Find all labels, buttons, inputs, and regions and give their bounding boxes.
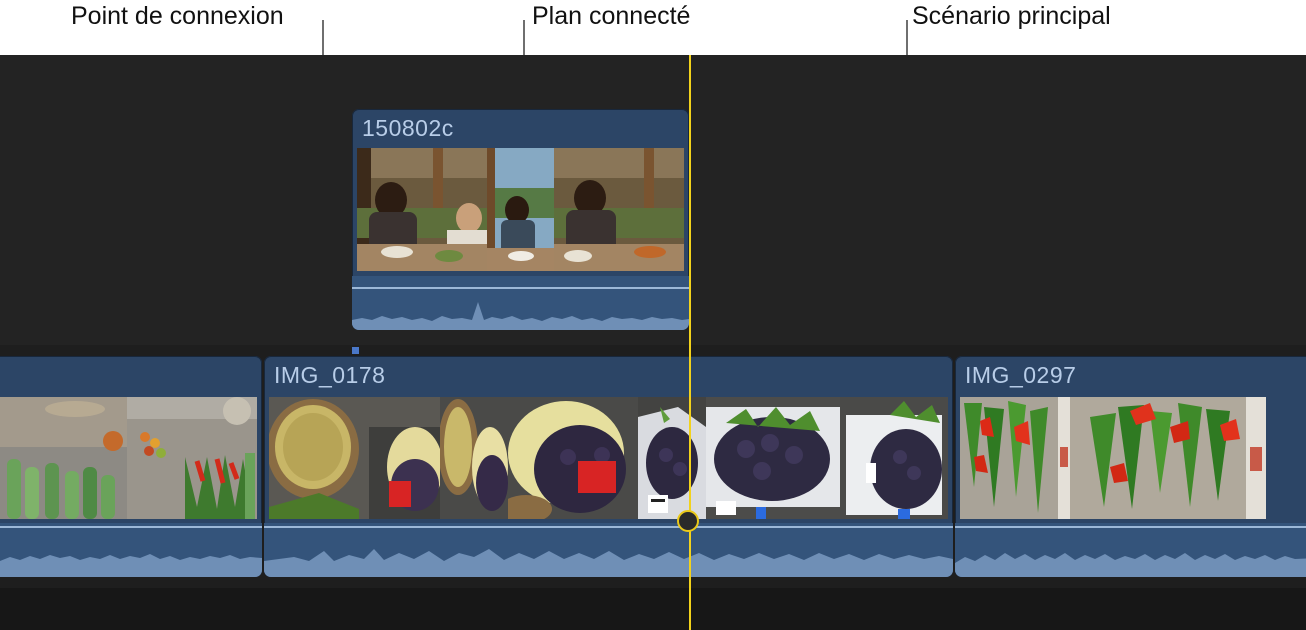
connected-clip-audio-waveform — [352, 276, 689, 330]
storyline-clip[interactable] — [0, 356, 262, 577]
video-thumbnail — [508, 397, 638, 519]
timeline[interactable]: 150802c IMG_0178 IMG_0297 — [0, 55, 1306, 630]
video-thumbnail — [269, 397, 440, 519]
storyline-clip[interactable]: IMG_0297 — [955, 356, 1306, 577]
storyline-clip-audio-waveform — [0, 523, 262, 577]
storyline-clip-filmstrip — [960, 397, 1306, 519]
storyline-clip-title: IMG_0297 — [965, 362, 1077, 388]
storyline-clip-audio-waveform — [264, 523, 953, 577]
callout-connection-point: Point de connexion — [71, 2, 284, 30]
video-thumbnail — [1070, 397, 1266, 519]
video-thumbnail — [638, 397, 706, 519]
connected-clip-title: 150802c — [362, 115, 454, 141]
playhead[interactable] — [689, 55, 691, 630]
storyline-clip-audio-waveform — [955, 523, 1306, 577]
video-thumbnail — [706, 397, 840, 519]
video-thumbnail — [357, 148, 487, 271]
video-thumbnail — [840, 397, 948, 519]
storyline-clip[interactable]: IMG_0178 — [264, 356, 953, 577]
playhead-knob-icon[interactable] — [677, 510, 699, 532]
connected-clip[interactable]: 150802c — [352, 109, 689, 330]
storyline-clip-filmstrip — [0, 397, 257, 519]
video-thumbnail — [440, 397, 508, 519]
audio-level-line[interactable] — [352, 287, 689, 289]
video-thumbnail — [554, 148, 684, 271]
callout-primary-storyline: Scénario principal — [912, 2, 1111, 30]
storyline-clip-filmstrip — [269, 397, 948, 519]
timeline-empty-area — [0, 588, 1306, 630]
callout-connected-clip: Plan connecté — [532, 2, 691, 30]
video-thumbnail — [487, 148, 554, 271]
audio-level-line[interactable] — [264, 526, 953, 528]
video-thumbnail — [127, 397, 257, 519]
video-thumbnail — [960, 397, 1070, 519]
connection-point-icon[interactable] — [352, 347, 359, 354]
audio-level-line[interactable] — [0, 526, 262, 528]
video-thumbnail — [0, 397, 127, 519]
connected-clip-filmstrip — [357, 148, 684, 271]
storyline-clip-title: IMG_0178 — [274, 362, 386, 388]
audio-level-line[interactable] — [955, 526, 1306, 528]
